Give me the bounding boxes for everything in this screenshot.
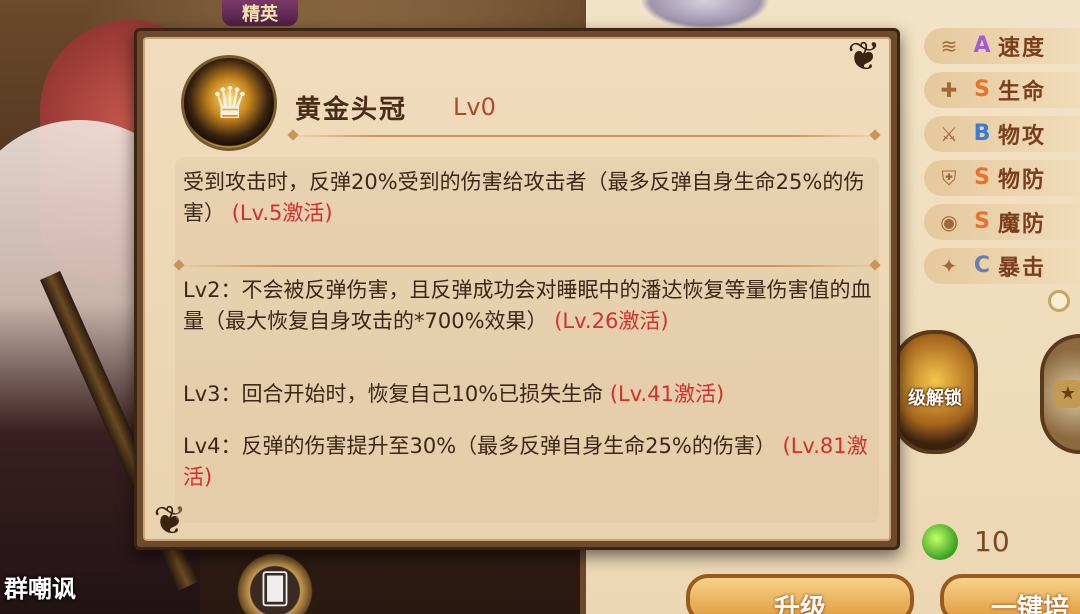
- stat-row-crit: ✦ C 暴击: [924, 248, 1080, 284]
- stat-name: 生命: [998, 80, 1047, 105]
- stat-name: 物防: [998, 168, 1047, 193]
- skill-icon: ♛: [181, 55, 277, 151]
- stat-row-magic-defense: ◉ S 魔防: [924, 204, 1080, 240]
- attack-icon: ⚔: [940, 122, 958, 146]
- stat-grade: S: [974, 165, 990, 190]
- potion-count: 10: [974, 525, 1010, 558]
- cards-icon: 🂠: [259, 572, 291, 607]
- skill-unlock-medal[interactable]: 级解锁: [892, 330, 978, 454]
- upgrade-text: Lv3：回合开始时，恢复自己10%已损失生命: [183, 382, 604, 406]
- skill-detail-popup: ❦ ❦ ♛ 黄金头冠 Lv0 受到攻击时，反弹20%受到的伤害给攻击者（最多反弹…: [134, 28, 900, 550]
- stat-name: 魔防: [998, 212, 1047, 237]
- stat-list: ≋ A 速度 ✚ S 生命 ⚔ B 物攻 ⛨ S 物防 ◉ S 魔防 ✦ C 暴…: [924, 28, 1080, 284]
- activation-label: (Lv.41激活): [609, 382, 725, 406]
- upgrade-lv4: Lv4：反弹的伤害提升至30%（最多反弹自身生命25%的伤害） (Lv.81激活…: [183, 431, 873, 493]
- stat-row-speed: ≋ A 速度: [924, 28, 1080, 64]
- stat-row-health: ✚ S 生命: [924, 72, 1080, 108]
- popup-content: ❦ ❦ ♛ 黄金头冠 Lv0 受到攻击时，反弹20%受到的伤害给攻击者（最多反弹…: [143, 34, 891, 544]
- skill-name: 黄金头冠: [295, 95, 408, 125]
- magic-defense-icon: ◉: [940, 210, 958, 234]
- upgrade-button[interactable]: 升级: [686, 574, 914, 614]
- health-icon: ✚: [940, 78, 958, 102]
- potion-icon: [922, 524, 958, 560]
- page-indicator-dot[interactable]: [1048, 290, 1070, 312]
- elite-tab[interactable]: 精英: [222, 0, 298, 26]
- upgrade-text: Lv2：不会被反弹伤害，且反弹成功会对睡眠中的潘达恢复等量伤害值的血量（最大恢复…: [183, 278, 872, 333]
- skill-level: Lv0: [453, 93, 496, 121]
- upgrade-lv2: Lv2：不会被反弹伤害，且反弹成功会对睡眠中的潘达恢复等量伤害值的血量（最大恢复…: [183, 275, 873, 337]
- portrait-top: [640, 0, 770, 30]
- one-key-button[interactable]: 一键培: [940, 574, 1080, 614]
- golden-crown-icon: ♛: [210, 78, 250, 129]
- stat-name: 速度: [998, 36, 1047, 61]
- unlock-label: 级解锁: [908, 388, 962, 409]
- lock-icon: ★: [1054, 380, 1080, 408]
- skill-description: 受到攻击时，反弹20%受到的伤害给攻击者（最多反弹自身生命25%的伤害） (Lv…: [183, 167, 873, 229]
- divider: [289, 135, 879, 137]
- stat-grade: C: [973, 253, 991, 278]
- stat-grade: S: [974, 77, 990, 102]
- locked-skill-medal[interactable]: ★: [1040, 334, 1080, 454]
- crit-icon: ✦: [940, 254, 958, 278]
- skill-caption: 群嘲讽: [4, 574, 76, 603]
- upgrade-text: Lv4：反弹的伤害提升至30%（最多反弹自身生命25%的伤害）: [183, 434, 776, 458]
- divider: [175, 265, 879, 267]
- activation-label: (Lv.5激活): [231, 201, 333, 225]
- defense-icon: ⛨: [941, 166, 957, 190]
- stat-row-defense: ⛨ S 物防: [924, 160, 1080, 196]
- stat-row-attack: ⚔ B 物攻: [924, 116, 1080, 152]
- activation-label: (Lv.26激活): [554, 309, 669, 333]
- ornament-corner-icon: ❦: [847, 34, 881, 80]
- speed-icon: ≋: [940, 34, 958, 58]
- stat-grade: S: [974, 209, 990, 234]
- stat-grade: A: [973, 33, 991, 58]
- stat-name: 暴击: [998, 256, 1047, 281]
- stat-name: 物攻: [998, 124, 1047, 149]
- stat-grade: B: [973, 121, 991, 146]
- upgrade-lv3: Lv3：回合开始时，恢复自己10%已损失生命 (Lv.41激活): [183, 379, 873, 410]
